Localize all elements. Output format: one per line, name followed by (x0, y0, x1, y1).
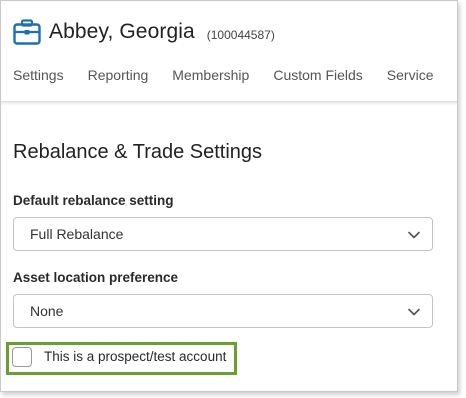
account-title: Abbey, Georgia (49, 20, 195, 43)
tab-divider (1, 101, 457, 106)
chevron-down-icon (407, 228, 421, 242)
section-title: Rebalance & Trade Settings (13, 141, 263, 163)
asset-location-label: Asset location preference (13, 270, 179, 285)
tab-reporting[interactable]: Reporting (88, 67, 149, 83)
rebalance-setting-label: Default rebalance setting (13, 193, 174, 208)
account-id: (100044587) (206, 27, 275, 42)
tab-service[interactable]: Service (387, 67, 434, 83)
prospect-checkbox[interactable] (12, 347, 32, 367)
chevron-down-icon (407, 305, 421, 319)
prospect-checkbox-label[interactable]: This is a prospect/test account (44, 349, 226, 364)
rebalance-setting-value: Full Rebalance (30, 226, 124, 242)
tab-custom-fields[interactable]: Custom Fields (273, 67, 362, 83)
tab-settings[interactable]: Settings (13, 67, 64, 83)
rebalance-setting-select[interactable]: Full Rebalance (13, 217, 433, 251)
account-header: Abbey, Georgia (100044587) (13, 15, 275, 49)
account-settings-panel: Abbey, Georgia (100044587) Settings Repor… (0, 0, 458, 392)
briefcase-icon (13, 18, 41, 46)
asset-location-select[interactable]: None (13, 294, 433, 328)
tab-bar: Settings Reporting Membership Custom Fields… (13, 67, 457, 93)
asset-location-value: None (30, 303, 64, 319)
tab-membership[interactable]: Membership (172, 67, 249, 83)
